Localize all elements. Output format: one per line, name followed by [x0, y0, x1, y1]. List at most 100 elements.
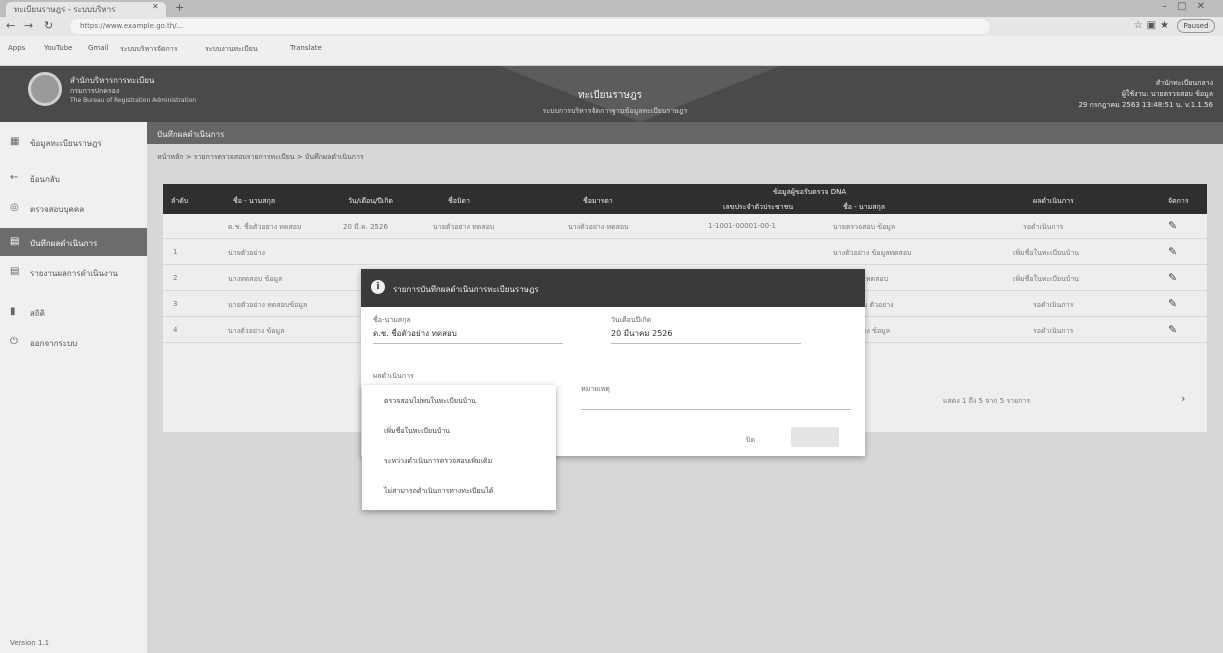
- reload-icon[interactable]: ↻: [44, 19, 53, 32]
- document-icon: ▤: [10, 236, 20, 247]
- edit-pencil-icon[interactable]: ✎: [1168, 323, 1177, 336]
- org-english-name: The Bureau of Registration Administratio…: [70, 97, 197, 104]
- sidebar-item-label: ย้อนกลับ: [30, 175, 60, 184]
- dropdown-option[interactable]: ตรวจสอบไม่พบในทะเบียนบ้าน: [362, 389, 556, 414]
- table-row[interactable]: ด.ช. ชื่อตัวอย่าง ทดสอบ 20 มี.ค. 2526 นา…: [163, 214, 1207, 239]
- bookmark-item[interactable]: ระบบบริหารจัดการ: [120, 44, 178, 55]
- edit-pencil-icon[interactable]: ✎: [1168, 245, 1177, 258]
- result-label: ผลดำเนินการ: [373, 372, 414, 380]
- cell-father: นายตัวอย่าง ทดสอบ: [433, 223, 495, 231]
- report-icon: ▤: [10, 266, 20, 277]
- cell-name: ด.ช. ชื่อตัวอย่าง ทดสอบ: [228, 223, 302, 231]
- table-row[interactable]: 1 นายตัวอย่าง นางตัวอย่าง ข้อมูลทดสอบ เพ…: [163, 240, 1207, 265]
- name-label: ชื่อ-นามสกุล: [373, 316, 411, 324]
- tab-close-icon[interactable]: ✕: [152, 2, 159, 11]
- grid-icon: ▦: [10, 136, 20, 147]
- app-title: ทะเบียนราษฎร: [577, 90, 643, 101]
- cell-index: 3: [173, 300, 178, 308]
- note-input[interactable]: [581, 409, 851, 410]
- chevron-right-icon[interactable]: ›: [1181, 392, 1185, 405]
- name-value: ด.ช. ชื่อตัวอย่าง ทดสอบ: [373, 329, 457, 338]
- sidebar-item-back[interactable]: ← ย้อนกลับ: [0, 164, 147, 192]
- sidebar-item-check-person[interactable]: ◎ ตรวจสอบบุคคล: [0, 194, 147, 222]
- sidebar-item-label: รายงานผลการดำเนินงาน: [30, 269, 118, 278]
- sidebar-item-statistics[interactable]: ▮ สถิติ: [0, 298, 147, 326]
- sidebar-item-label: ตรวจสอบบุคคล: [30, 205, 85, 214]
- cell-result: รอดำเนินการ: [1033, 301, 1074, 309]
- login-timestamp: 29 กรกฎาคม 2563 13:48:51 น. v.1.1.56: [1078, 101, 1213, 109]
- column-header: จัดการ: [1168, 197, 1189, 205]
- sidebar-item-label: สถิติ: [30, 309, 45, 318]
- logout-icon: ⏻: [10, 336, 18, 347]
- browser-toolbar: ← → ↻ https://www.example.go.th/... ☆▣★ …: [0, 17, 1223, 36]
- sidebar-item-record-result[interactable]: ▤ บันทึกผลดำเนินการ: [0, 228, 147, 256]
- edit-pencil-icon[interactable]: ✎: [1168, 297, 1177, 310]
- confirm-button[interactable]: [791, 427, 839, 447]
- sidebar-item-label: ออกจากระบบ: [30, 339, 78, 348]
- sidebar-item-data[interactable]: ▦ ข้อมูลทะเบียนราษฎร: [0, 128, 147, 156]
- bookmark-item[interactable]: Gmail: [88, 44, 108, 52]
- sidebar-item-report[interactable]: ▤ รายงานผลการดำเนินงาน: [0, 258, 147, 286]
- field-underline: [611, 343, 801, 344]
- cell-name: นางทดสอบ ข้อมูล: [228, 275, 283, 283]
- column-header: ชื่อบิดา: [448, 197, 470, 205]
- dropdown-option[interactable]: ระหว่างดำเนินการตรวจสอบเพิ่มเติม: [362, 449, 556, 474]
- column-header: ชื่อ - นามสกุล: [843, 203, 886, 211]
- modal-title: รายการบันทึกผลดำเนินการทะเบียนราษฎร: [393, 285, 539, 294]
- info-icon: i: [371, 280, 385, 294]
- table-header: ลำดับ ชื่อ - นามสกุล วัน/เดือน/ปีเกิด ชื…: [163, 184, 1207, 214]
- dropdown-option[interactable]: ไม่สามารถดำเนินการทางทะเบียนได้: [362, 479, 556, 504]
- dropdown-option[interactable]: เพิ่มชื่อในทะเบียนบ้าน: [362, 419, 556, 444]
- cell-index: 2: [173, 274, 178, 282]
- cell-name: นายตัวอย่าง ทดสอบข้อมูล: [228, 301, 308, 309]
- cell-mother: นางตัวอย่าง ทดสอบ: [568, 223, 629, 231]
- browser-tab-title: ทะเบียนราษฎร - ระบบบริหาร: [14, 5, 116, 14]
- column-header: ผลดำเนินการ: [1033, 197, 1074, 205]
- modal-header: i รายการบันทึกผลดำเนินการทะเบียนราษฎร: [361, 269, 865, 307]
- cell-result: รอดำเนินการ: [1023, 223, 1064, 231]
- result-dropdown-menu: ตรวจสอบไม่พบในทะเบียนบ้าน เพิ่มชื่อในทะเ…: [362, 385, 556, 510]
- sidebar-item-label: ข้อมูลทะเบียนราษฎร: [30, 139, 102, 148]
- cell-result: เพิ่มชื่อในทะเบียนบ้าน: [1013, 275, 1080, 283]
- cell-name: นางตัวอย่าง ข้อมูล: [228, 327, 285, 335]
- address-bar[interactable]: https://www.example.go.th/...: [70, 19, 990, 34]
- sidebar: ▦ ข้อมูลทะเบียนราษฎร ← ย้อนกลับ ◎ ตรวจสอ…: [0, 122, 147, 653]
- forward-arrow-icon[interactable]: →: [24, 19, 33, 32]
- app-subtitle: ระบบการบริหารจัดการฐานข้อมูลทะเบียนราษฎร: [542, 107, 688, 115]
- user-office: สำนักทะเบียนกลาง: [1155, 79, 1213, 87]
- cell-result: รอดำเนินการ: [1033, 327, 1074, 335]
- window-controls[interactable]: –□✕: [1162, 1, 1215, 12]
- browser-tab[interactable]: ทะเบียนราษฎร - ระบบบริหาร: [6, 2, 166, 17]
- column-header: เลขประจำตัวประชาชน: [723, 203, 794, 211]
- edit-pencil-icon[interactable]: ✎: [1168, 219, 1177, 232]
- extension-icons[interactable]: ☆▣★: [1134, 20, 1173, 31]
- bookmark-item[interactable]: Translate: [290, 44, 322, 52]
- dob-value: 20 มีนาคม 2526: [611, 329, 673, 338]
- profile-button[interactable]: Paused: [1177, 19, 1215, 33]
- user-info: สำนักทะเบียนกลาง ผู้ใช้งาน: นายตรวจสอบ ข…: [1078, 78, 1213, 111]
- edit-pencil-icon[interactable]: ✎: [1168, 271, 1177, 284]
- back-arrow-icon[interactable]: ←: [6, 19, 15, 32]
- org-department: กรมการปกครอง: [70, 87, 120, 95]
- sidebar-item-logout[interactable]: ⏻ ออกจากระบบ: [0, 328, 147, 356]
- column-header: ลำดับ: [171, 197, 189, 205]
- cell-id: 1-1001-00001-00-1: [708, 222, 777, 230]
- breadcrumb[interactable]: หน้าหลัก > รายการตรวจสอบรายการทะเบียน > …: [157, 152, 364, 163]
- bookmarks-bar: Apps YouTube Gmail ระบบบริหารจัดการ ระบบ…: [0, 36, 1223, 66]
- new-tab-icon[interactable]: +: [175, 1, 184, 14]
- app-header: สำนักบริหารการทะเบียน กรมการปกครอง The B…: [0, 66, 1223, 122]
- pagination-info: แสดง 1 ถึง 5 จาก 5 รายการ: [943, 397, 1031, 405]
- bookmark-item[interactable]: ระบบงานทะเบียน: [205, 44, 258, 55]
- bookmark-item[interactable]: YouTube: [44, 44, 72, 52]
- cell-result: เพิ่มชื่อในทะเบียนบ้าน: [1013, 249, 1080, 257]
- version-label: Version 1.1: [10, 639, 50, 647]
- column-group-header: ข้อมูลผู้ขอรับตรวจ DNA: [773, 188, 847, 196]
- cell-index: 4: [173, 326, 178, 334]
- note-label: หมายเหตุ: [581, 385, 610, 393]
- department-logo: [28, 72, 62, 106]
- close-button[interactable]: ปิด: [746, 435, 755, 446]
- user-search-icon: ◎: [10, 202, 19, 213]
- column-header: วัน/เดือน/ปีเกิด: [348, 197, 393, 205]
- dob-label: วันเดือนปีเกิด: [611, 316, 652, 324]
- bookmark-item[interactable]: Apps: [8, 44, 25, 52]
